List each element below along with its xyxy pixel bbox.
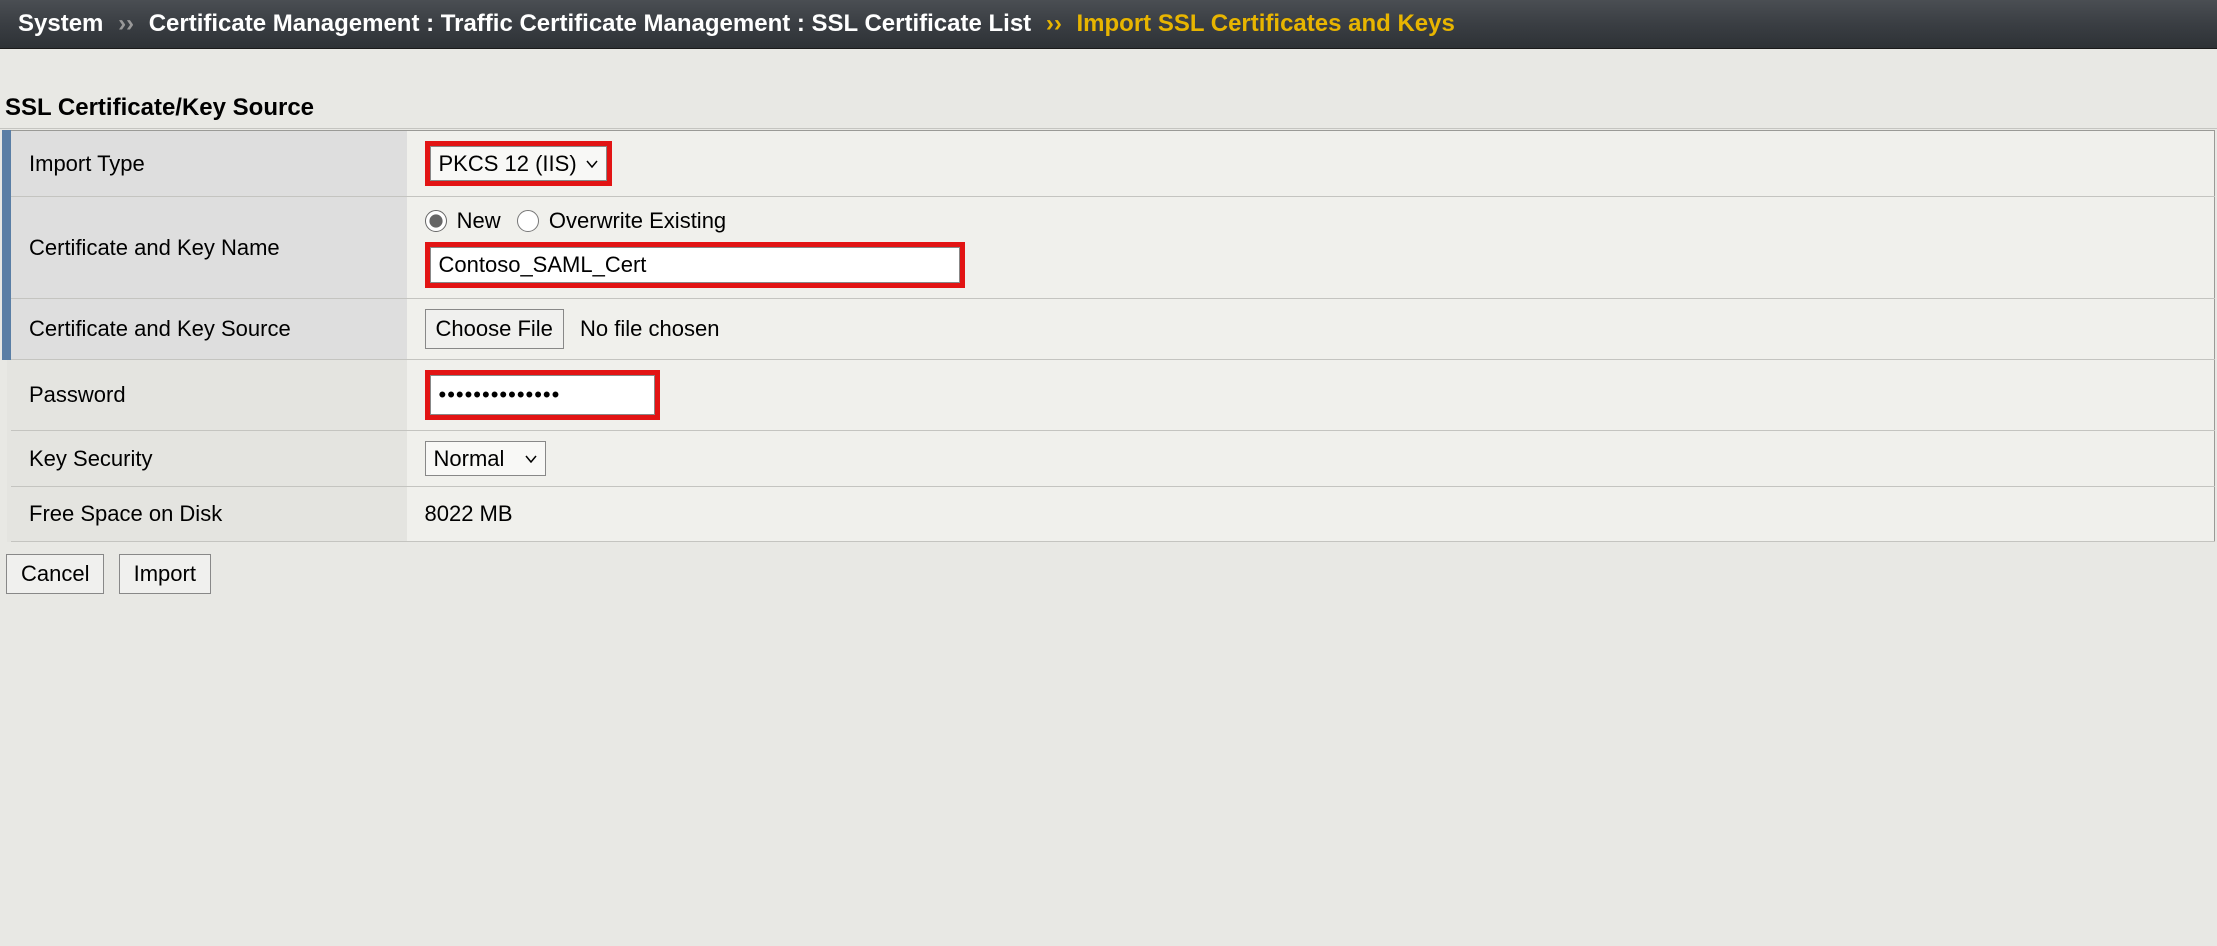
import-button[interactable]: Import	[119, 554, 211, 594]
row-cert-key-name: Certificate and Key Name New Overwrite E…	[7, 197, 2215, 299]
highlight-cert-name	[425, 242, 965, 288]
radio-overwrite[interactable]	[517, 210, 539, 232]
row-import-type: Import Type PKCS 12 (IIS)	[7, 131, 2215, 197]
action-buttons: Cancel Import	[0, 542, 2217, 606]
choose-file-button[interactable]: Choose File	[425, 309, 564, 349]
label-password: Password	[7, 360, 407, 431]
label-import-type: Import Type	[7, 131, 407, 197]
breadcrumb-current: Import SSL Certificates and Keys	[1077, 10, 1455, 37]
cert-name-input[interactable]	[430, 247, 960, 283]
breadcrumb-separator-icon: ››	[1046, 10, 1062, 37]
cert-name-radio-group: New Overwrite Existing	[425, 207, 2197, 234]
row-cert-key-source: Certificate and Key Source Choose File N…	[7, 299, 2215, 360]
section-title: SSL Certificate/Key Source	[0, 94, 2217, 130]
import-type-select[interactable]: PKCS 12 (IIS)	[430, 146, 607, 181]
radio-new[interactable]	[425, 210, 447, 232]
free-space-value: 8022 MB	[407, 487, 2215, 542]
label-cert-key-source: Certificate and Key Source	[7, 299, 407, 360]
cancel-button[interactable]: Cancel	[6, 554, 104, 594]
highlight-import-type: PKCS 12 (IIS)	[425, 141, 612, 186]
label-key-security: Key Security	[7, 431, 407, 487]
file-chosen-status: No file chosen	[580, 316, 719, 341]
breadcrumb-root[interactable]: System	[18, 10, 103, 37]
radio-overwrite-label: Overwrite Existing	[549, 208, 726, 233]
row-free-space: Free Space on Disk 8022 MB	[7, 487, 2215, 542]
radio-new-label: New	[457, 208, 501, 233]
row-password: Password	[7, 360, 2215, 431]
form-table: Import Type PKCS 12 (IIS) Certificate an…	[2, 130, 2215, 542]
label-cert-key-name: Certificate and Key Name	[7, 197, 407, 299]
breadcrumb-separator-icon: ››	[118, 10, 134, 37]
highlight-password	[425, 370, 660, 420]
label-free-space: Free Space on Disk	[7, 487, 407, 542]
main-content: SSL Certificate/Key Source Import Type P…	[0, 49, 2217, 606]
breadcrumb: System ›› Certificate Management : Traff…	[0, 0, 2217, 49]
row-key-security: Key Security Normal	[7, 431, 2215, 487]
breadcrumb-path[interactable]: Certificate Management : Traffic Certifi…	[149, 10, 1031, 37]
password-input[interactable]	[430, 375, 655, 415]
key-security-select[interactable]: Normal	[425, 441, 546, 476]
